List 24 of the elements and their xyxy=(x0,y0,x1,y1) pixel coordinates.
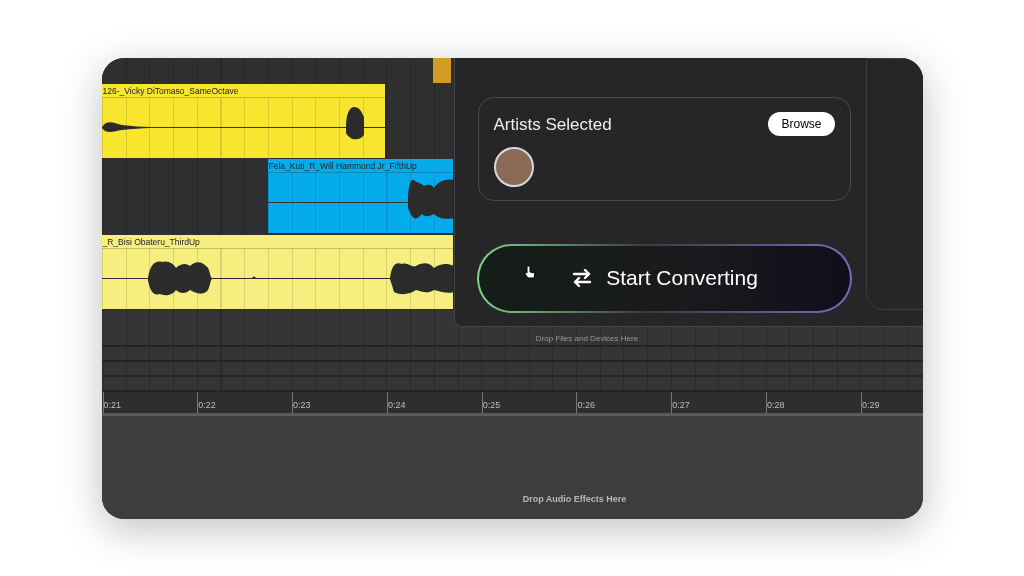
avatar-placeholder[interactable] xyxy=(493,147,534,187)
audio-clip[interactable]: _R_Bisi Obateru_ThirdUp xyxy=(101,234,454,309)
browse-button[interactable]: Browse xyxy=(768,112,835,137)
time-label: 0:29 xyxy=(861,400,880,410)
audio-clip[interactable]: Fela_Kuti_R_Will Hammond Jr_FifthUp xyxy=(267,158,454,233)
hand-cursor-icon xyxy=(523,264,536,279)
time-label: 0:25 xyxy=(482,400,501,410)
time-label: 0:24 xyxy=(387,400,406,410)
time-label: 0:28 xyxy=(767,400,785,410)
audio-clip[interactable]: 126-_Vicky DiTomaso_SameOctave xyxy=(101,83,386,158)
drop-hint: Drop Files and Devices Here xyxy=(534,334,639,345)
clip-title: 126-_Vicky DiTomaso_SameOctave xyxy=(101,83,385,98)
time-label: 0:27 xyxy=(672,400,690,410)
loop-marker[interactable] xyxy=(432,57,451,83)
start-converting-button[interactable]: Start Converting xyxy=(476,243,852,313)
time-label: 0:26 xyxy=(577,400,595,410)
clip-title: Fela_Kuti_R_Will Hammond Jr_FifthUp xyxy=(267,158,453,173)
drop-hint: Drop Audio Effects Here xyxy=(521,493,627,506)
time-label: 0:22 xyxy=(198,400,216,410)
time-label: 0:23 xyxy=(293,400,311,410)
timeline-ruler[interactable]: 0:21 0:22 0:23 0:24 0:25 0:26 0:27 0:28 0:29 xyxy=(101,391,923,416)
artists-title: Artists Selected xyxy=(493,113,612,136)
clip-title: _R_Bisi Obateru_ThirdUp xyxy=(101,234,453,249)
time-label: 0:21 xyxy=(103,400,122,410)
